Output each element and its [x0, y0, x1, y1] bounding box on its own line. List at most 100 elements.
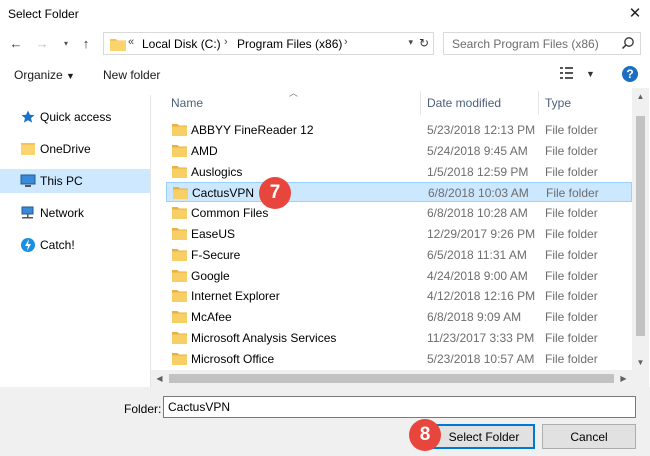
select-folder-button[interactable]: Select Folder	[433, 424, 535, 449]
sidebar-item-label: Network	[40, 206, 85, 220]
sidebar-item-quick-access[interactable]: Quick access	[0, 105, 150, 129]
folder-name: EaseUS	[191, 227, 236, 241]
folder-date-modified: 5/23/2018 12:13 PM	[427, 123, 536, 137]
folder-icon	[172, 310, 187, 326]
folder-row[interactable]: Microsoft Analysis Services 11/23/2017 3:…	[166, 328, 632, 348]
view-options-icon[interactable]	[560, 66, 578, 83]
folder-icon	[172, 144, 187, 160]
scroll-right-icon[interactable]: ▶	[615, 370, 632, 387]
sidebar-item-label: This PC	[40, 174, 83, 188]
new-folder-button[interactable]: New folder	[103, 68, 160, 82]
sidebar-item-onedrive[interactable]: OneDrive	[0, 137, 150, 161]
folder-date-modified: 6/5/2018 11:31 AM	[427, 247, 527, 262]
folder-row[interactable]: ABBYY FineReader 12 5/23/2018 12:13 PM Fil…	[166, 120, 632, 140]
sidebar-item-label: Quick access	[40, 110, 112, 124]
folder-date-modified: 5/23/2018 10:57 AM	[427, 351, 535, 366]
close-icon[interactable]: ✕	[620, 0, 650, 26]
folder-type: File folder	[545, 164, 598, 179]
vertical-scrollbar[interactable]: ▲ ▼	[632, 88, 649, 371]
folder-name: ABBYY FineReader 12	[191, 123, 314, 137]
forward-arrow-icon[interactable]: →	[34, 35, 50, 51]
breadcrumb-separator-icon[interactable]: ›	[344, 36, 348, 48]
star-icon	[20, 109, 36, 125]
address-overflow[interactable]: «	[128, 36, 134, 48]
folder-name: CactusVPN	[192, 186, 255, 201]
folder-icon	[172, 206, 187, 222]
folder-row[interactable]: Microsoft Office 5/23/2018 10:57 AM File f…	[166, 349, 632, 369]
folder-date-modified: 4/12/2018 12:16 PM	[427, 289, 536, 304]
column-header-date-modified[interactable]: Date modified	[427, 88, 537, 116]
scroll-left-icon[interactable]: ◀	[151, 370, 168, 387]
monitor-icon	[20, 173, 36, 189]
up-arrow-icon[interactable]: ↑	[78, 35, 94, 51]
cancel-button[interactable]: Cancel	[542, 424, 636, 449]
folder-list: ︿ Name Date modified Type ABBYY FineRead…	[151, 88, 650, 387]
folder-label: Folder:	[124, 402, 162, 416]
title-bar: Select Folder ✕	[0, 0, 650, 30]
search-icon[interactable]	[621, 36, 635, 53]
sidebar-item-catch[interactable]: Catch!	[0, 233, 150, 257]
scrollbar-thumb[interactable]	[636, 116, 645, 336]
folder-icon	[172, 352, 187, 368]
view-dropdown-icon[interactable]: ▼	[586, 69, 595, 79]
folder-date-modified: 4/24/2018 9:00 AM	[427, 268, 528, 283]
folder-row[interactable]: AMD 5/24/2018 9:45 AM File folder	[166, 141, 632, 161]
breadcrumb-separator-icon[interactable]: ›	[224, 36, 228, 48]
step-7-badge: 7	[259, 177, 291, 209]
scrollbar-thumb[interactable]	[169, 374, 614, 383]
folder-row[interactable]: Auslogics 1/5/2018 12:59 PM File folder	[166, 162, 632, 182]
address-dropdown-icon[interactable]: ▾	[408, 37, 413, 48]
folder-type: File folder	[545, 143, 598, 158]
scroll-down-icon[interactable]: ▼	[632, 354, 649, 371]
recent-locations-chevron-icon[interactable]: ▾	[58, 35, 74, 51]
folder-name: Internet Explorer	[191, 289, 280, 304]
folder-name: F-Secure	[191, 247, 241, 262]
folder-row[interactable]: McAfee 6/8/2018 9:09 AM File folder	[166, 307, 632, 327]
folder-icon	[172, 248, 187, 264]
sidebar-item-label: OneDrive	[40, 142, 91, 156]
back-arrow-icon[interactable]: ←	[8, 35, 24, 51]
folder-type: File folder	[545, 268, 598, 283]
folder-icon	[172, 289, 187, 305]
folder-row[interactable]: Common Files 6/8/2018 10:28 AM File folder	[166, 203, 632, 223]
column-header-type[interactable]: Type	[545, 88, 625, 116]
scroll-up-icon[interactable]: ▲	[632, 88, 649, 105]
address-bar[interactable]: « Local Disk (C:) › Program Files (x86) …	[103, 32, 434, 55]
folder-row[interactable]: CactusVPN 6/8/2018 10:03 AM File folder	[166, 182, 632, 203]
folder-name-input[interactable]	[163, 396, 636, 418]
column-divider[interactable]	[420, 91, 421, 115]
dialog-footer: Folder: Select Folder Cancel	[0, 387, 650, 456]
breadcrumb-local-disk[interactable]: Local Disk (C:)	[142, 37, 221, 51]
folder-date-modified: 11/23/2017 3:33 PM	[427, 331, 535, 345]
folder-row[interactable]: F-Secure 6/5/2018 11:31 AM File folder	[166, 245, 632, 265]
folder-row[interactable]: Internet Explorer 4/12/2018 12:16 PM File …	[166, 286, 632, 306]
folder-type: File folder	[545, 310, 598, 325]
sidebar-item-network[interactable]: Network	[0, 201, 150, 225]
organize-button[interactable]: Organize ▼	[14, 68, 75, 82]
refresh-icon[interactable]: ↻	[419, 36, 429, 50]
column-header-name[interactable]: Name	[171, 88, 421, 116]
folder-date-modified: 1/5/2018 12:59 PM	[427, 164, 529, 179]
folder-type: File folder	[545, 206, 598, 221]
folder-name: Auslogics	[191, 164, 243, 179]
folder-date-modified: 12/29/2017 9:26 PM	[427, 227, 536, 241]
folder-date-modified: 6/8/2018 10:03 AM	[428, 186, 529, 201]
sidebar-item-label: Catch!	[40, 238, 75, 252]
help-icon[interactable]: ?	[622, 66, 638, 82]
folder-row[interactable]: Google 4/24/2018 9:00 AM File folder	[166, 266, 632, 286]
breadcrumb-program-files[interactable]: Program Files (x86)	[237, 37, 342, 51]
folder-date-modified: 6/8/2018 9:09 AM	[427, 310, 522, 325]
folder-name: AMD	[191, 143, 218, 158]
navigation-bar: ← → ▾ ↑ « Local Disk (C:) › Program File…	[0, 30, 650, 58]
column-divider[interactable]	[538, 91, 539, 115]
folder-date-modified: 5/24/2018 9:45 AM	[427, 143, 528, 158]
folder-type: File folder	[546, 186, 599, 201]
folder-name: Common Files	[191, 206, 269, 221]
sidebar-item-this-pc[interactable]: This PC	[0, 169, 150, 193]
search-box[interactable]: Search Program Files (x86)	[443, 32, 641, 55]
folder-type: File folder	[545, 123, 598, 137]
horizontal-scrollbar[interactable]: ◀ ▶	[151, 370, 632, 387]
folder-row[interactable]: EaseUS 12/29/2017 9:26 PM File folder	[166, 224, 632, 244]
folder-icon	[172, 269, 187, 285]
folder-icon	[110, 37, 126, 54]
